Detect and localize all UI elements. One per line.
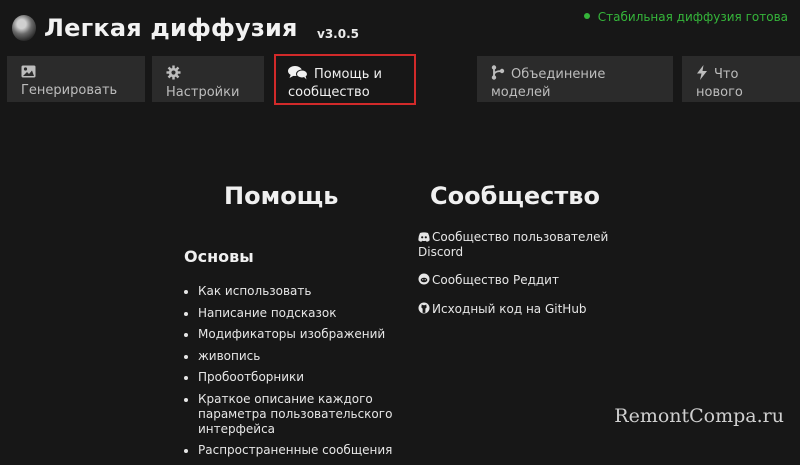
github-icon (418, 302, 430, 317)
status-indicator: Стабильная диффузия готова (583, 10, 788, 24)
status-dot-icon (583, 13, 590, 19)
reddit-icon (418, 273, 430, 288)
community-link-reddit-label: Сообщество Реддит (432, 273, 559, 287)
community-links-list: Сообщество пользователей Discord Сообщес… (418, 230, 618, 331)
tab-generate[interactable]: Генерировать (7, 56, 145, 102)
help-link-how-to-use[interactable]: Как использовать (198, 284, 408, 299)
tab-whats-new-label-line1: Что (714, 67, 739, 82)
help-link-samplers[interactable]: Пробоотборники (198, 370, 408, 385)
community-link-github[interactable]: Исходный код на GitHub (418, 302, 618, 317)
tab-merge-models[interactable]: Объединение моделей (477, 56, 673, 102)
app-logo (12, 15, 36, 41)
tab-merge-label-line1: Объединение (511, 67, 606, 82)
help-link-common-errors[interactable]: Распространенные сообщения (198, 443, 408, 458)
basics-heading: Основы (184, 247, 254, 266)
help-link-ui-settings-summary[interactable]: Краткое описание каждого параметра польз… (198, 392, 408, 437)
discord-icon (418, 231, 430, 245)
help-link-image-modifiers[interactable]: Модификаторы изображений (198, 327, 408, 342)
merge-icon (491, 65, 505, 85)
tab-whats-new[interactable]: Что нового (682, 56, 800, 102)
help-links-list: Как использовать Написание подсказок Мод… (184, 284, 408, 465)
community-link-discord-label: Сообщество пользователей Discord (418, 230, 609, 259)
help-link-writing-prompts[interactable]: Написание подсказок (198, 306, 408, 321)
status-text: Стабильная диффузия готова (597, 10, 788, 24)
gear-icon (166, 65, 181, 85)
app-version: v3.0.5 (317, 27, 359, 41)
tab-settings[interactable]: Настройки (152, 56, 264, 102)
help-link-inpainting[interactable]: живопись (198, 349, 408, 364)
tab-settings-label: Настройки (166, 85, 240, 100)
help-heading: Помощь (224, 182, 339, 210)
tab-whats-new-label-line2: нового (696, 85, 743, 100)
app-title: Легкая диффузия (44, 14, 298, 42)
highlight-frame (274, 54, 416, 105)
watermark: RemontCompa.ru (614, 405, 784, 427)
tab-merge-label-line2: моделей (491, 85, 551, 100)
bolt-icon (696, 65, 708, 85)
community-link-reddit[interactable]: Сообщество Реддит (418, 273, 618, 288)
community-link-github-label: Исходный код на GitHub (432, 302, 587, 316)
community-heading: Сообщество (430, 182, 600, 210)
image-icon (21, 65, 36, 83)
tab-generate-label: Генерировать (21, 83, 118, 98)
community-link-discord[interactable]: Сообщество пользователей Discord (418, 230, 618, 259)
app-header: Легкая диффузия v3.0.5 Стабильная диффуз… (0, 0, 800, 56)
